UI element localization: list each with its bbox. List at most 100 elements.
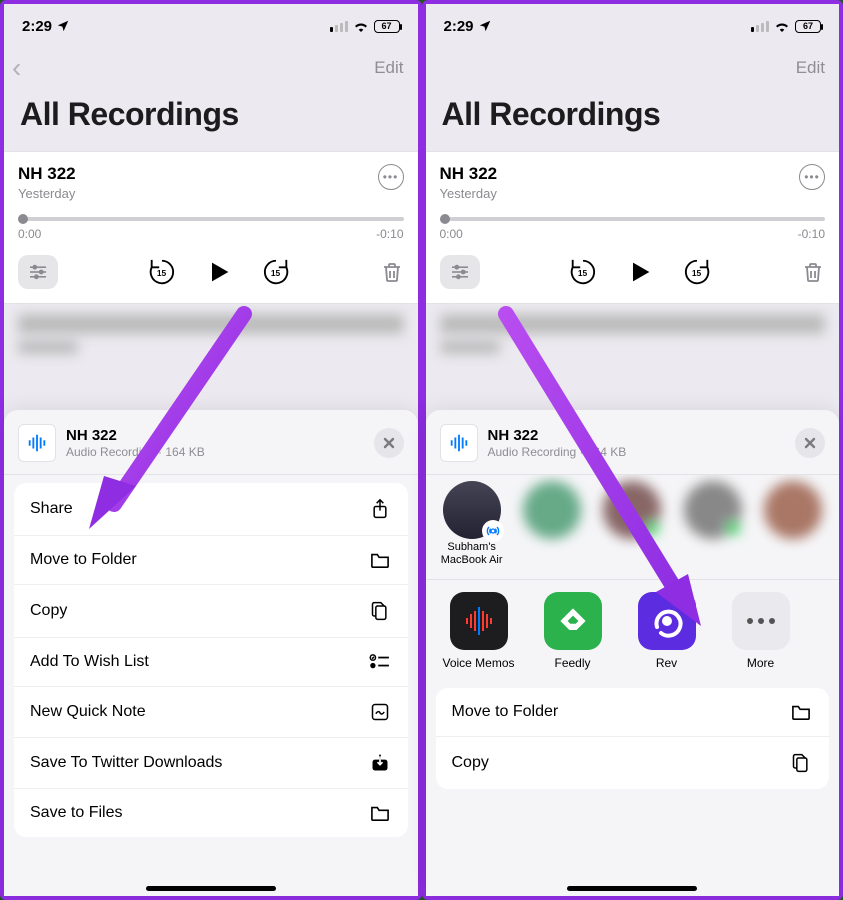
copy-icon [789, 752, 813, 774]
rev-icon [638, 592, 696, 650]
time-remaining: -0:10 [376, 227, 403, 241]
location-icon [478, 19, 492, 33]
recording-name: NH 322 [18, 164, 76, 184]
playback-scrubber[interactable] [440, 217, 826, 221]
more-options-button[interactable]: ••• [378, 164, 404, 190]
app-more[interactable]: More [722, 592, 800, 670]
menu-move-to-folder[interactable]: Move to Folder [436, 688, 830, 737]
playback-scrubber[interactable] [18, 217, 404, 221]
phone-right: 2:29 67 ‹ Edit All Recordings NH 322 Yes… [426, 4, 840, 896]
sheet-file-subtitle: Audio Recording · 164 KB [66, 445, 364, 459]
app-label: More [722, 656, 800, 670]
menu-label: New Quick Note [30, 703, 146, 721]
wifi-icon [773, 19, 791, 33]
app-label: Feedly [534, 656, 612, 670]
menu-save-to-files[interactable]: Save to Files [14, 789, 408, 837]
time-remaining: -0:10 [798, 227, 825, 241]
close-sheet-button[interactable] [374, 428, 404, 458]
clock-text: 2:29 [22, 18, 52, 35]
svg-text:15: 15 [271, 268, 281, 278]
status-bar: 2:29 67 [426, 4, 840, 48]
time-elapsed: 0:00 [440, 227, 463, 241]
voice-memos-icon [450, 592, 508, 650]
share-actions-list: Move to Folder Copy [436, 688, 830, 789]
menu-copy[interactable]: Copy [14, 585, 408, 638]
app-voice-memos[interactable]: Voice Memos [440, 592, 518, 670]
airdrop-target-macbook[interactable]: Subham's MacBook Air [440, 481, 504, 567]
sheet-file-title: NH 322 [488, 427, 786, 444]
battery-icon: 67 [795, 20, 821, 33]
nav-bar: ‹ Edit [4, 48, 418, 88]
trash-icon[interactable] [380, 260, 404, 284]
menu-move-to-folder[interactable]: Move to Folder [14, 536, 408, 585]
share-icon [368, 498, 392, 520]
menu-label: Move to Folder [30, 551, 137, 569]
audio-file-icon [18, 424, 56, 462]
sheet-file-title: NH 322 [66, 427, 364, 444]
location-icon [56, 19, 70, 33]
share-sheet: NH 322 Audio Recording · 164 KB Subham's… [426, 410, 840, 896]
blurred-item [426, 304, 840, 354]
battery-icon: 67 [374, 20, 400, 33]
svg-text:15: 15 [157, 268, 167, 278]
skip-back-15-icon[interactable]: 15 [568, 257, 598, 287]
phone-left: 2:29 67 ‹ Edit All Recordings NH 322 Yes… [4, 4, 418, 896]
menu-label: Save To Twitter Downloads [30, 754, 222, 772]
cellular-icon [330, 21, 348, 32]
more-options-button[interactable]: ••• [799, 164, 825, 190]
play-icon[interactable] [205, 258, 233, 286]
airdrop-target-contact[interactable] [761, 481, 825, 541]
folder-icon [368, 551, 392, 569]
menu-label: Save to Files [30, 804, 122, 822]
recording-name: NH 322 [440, 164, 498, 184]
recording-card: NH 322 Yesterday ••• 0:00 -0:10 15 15 [426, 151, 840, 304]
status-bar: 2:29 67 [4, 4, 418, 48]
playback-settings-button[interactable] [18, 255, 58, 289]
playback-settings-button[interactable] [440, 255, 480, 289]
folder-icon [368, 804, 392, 822]
app-label: Voice Memos [440, 656, 518, 670]
menu-save-twitter-downloads[interactable]: Save To Twitter Downloads [14, 738, 408, 789]
clock-text: 2:29 [444, 18, 474, 35]
home-indicator[interactable] [567, 886, 697, 891]
trash-icon[interactable] [801, 260, 825, 284]
close-sheet-button[interactable] [795, 428, 825, 458]
menu-label: Copy [452, 754, 489, 772]
svg-text:15: 15 [692, 268, 702, 278]
wifi-icon [352, 19, 370, 33]
airdrop-target-contact[interactable] [520, 481, 584, 541]
checklist-icon [368, 654, 392, 670]
share-apps-row: Voice Memos Feedly Rev More [426, 580, 840, 678]
note-icon [368, 702, 392, 722]
folder-icon [789, 703, 813, 721]
menu-share[interactable]: Share [14, 483, 408, 536]
menu-label: Move to Folder [452, 703, 559, 721]
skip-forward-15-icon[interactable]: 15 [682, 257, 712, 287]
download-box-icon [368, 753, 392, 773]
back-chevron-icon[interactable]: ‹ [12, 52, 21, 84]
audio-file-icon [440, 424, 478, 462]
recording-subtitle: Yesterday [18, 186, 76, 201]
blurred-item [4, 304, 418, 354]
menu-new-quick-note[interactable]: New Quick Note [14, 687, 408, 738]
airdrop-target-contact[interactable] [680, 481, 744, 541]
skip-forward-15-icon[interactable]: 15 [261, 257, 291, 287]
page-title: All Recordings [426, 88, 840, 151]
nav-bar: ‹ Edit [426, 48, 840, 88]
edit-button[interactable]: Edit [374, 58, 403, 78]
home-indicator[interactable] [146, 886, 276, 891]
app-label: Rev [628, 656, 706, 670]
menu-copy[interactable]: Copy [436, 737, 830, 789]
app-feedly[interactable]: Feedly [534, 592, 612, 670]
page-title: All Recordings [4, 88, 418, 151]
copy-icon [368, 600, 392, 622]
airdrop-target-contact[interactable] [600, 481, 664, 541]
context-menu-list: Share Move to Folder Copy Add To Wish Li… [14, 483, 408, 837]
menu-add-to-wish-list[interactable]: Add To Wish List [14, 638, 408, 687]
menu-label: Share [30, 500, 73, 518]
app-rev[interactable]: Rev [628, 592, 706, 670]
menu-label: Copy [30, 602, 67, 620]
edit-button[interactable]: Edit [796, 58, 825, 78]
play-icon[interactable] [626, 258, 654, 286]
skip-back-15-icon[interactable]: 15 [147, 257, 177, 287]
